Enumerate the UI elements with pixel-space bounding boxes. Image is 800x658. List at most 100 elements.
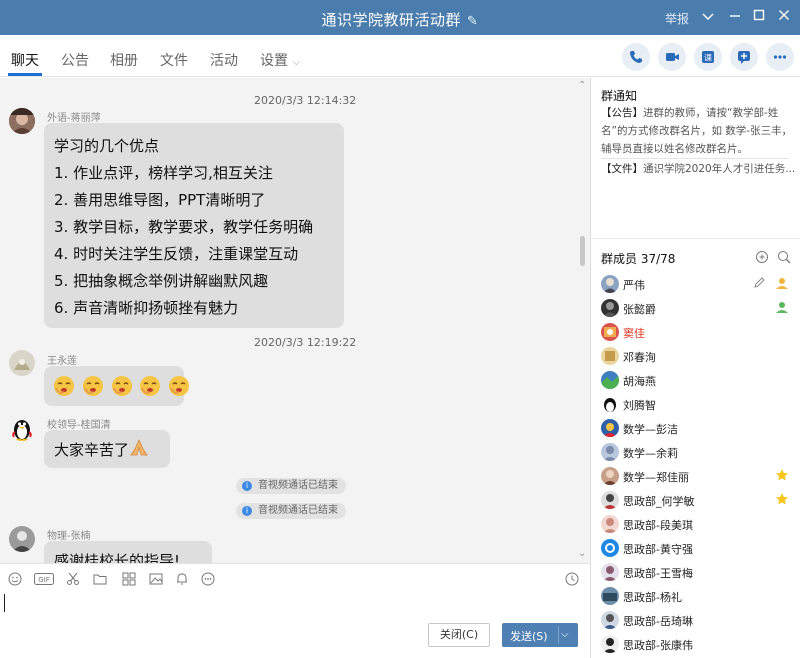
member-name: 张懿爵	[623, 303, 656, 316]
emoji-picker-icon[interactable]	[8, 572, 22, 586]
members-title: 群成员 37/78	[601, 252, 676, 266]
tab-chat[interactable]: 聊天	[11, 50, 39, 70]
avatar	[601, 419, 619, 437]
member-name: 窦佳	[623, 327, 645, 340]
file-notice[interactable]: 【文件】通识学院2020年人才引进任务...	[601, 160, 795, 178]
message-bubble[interactable]: 大家辛苦了	[44, 430, 170, 468]
avatar	[601, 299, 619, 317]
folder-icon[interactable]	[93, 572, 107, 586]
more-icon[interactable]	[766, 43, 794, 71]
phone-icon[interactable]	[622, 43, 650, 71]
collection-icon[interactable]	[122, 572, 136, 586]
member-name: 严伟	[623, 279, 645, 292]
avatar[interactable]	[9, 526, 35, 552]
edit-pen-icon[interactable]	[753, 276, 766, 292]
message-time: 2020/3/3 12:14:32	[254, 94, 357, 107]
sender-name: 外语-蒋丽萍	[47, 113, 101, 124]
file-notice-content: 通识学院2020年人才引进任务...	[643, 163, 795, 175]
message-bubble[interactable]: 感谢桂校长的指导!	[44, 541, 212, 563]
report-link[interactable]: 举报	[665, 10, 689, 27]
avatar[interactable]	[9, 108, 35, 134]
avatar	[601, 611, 619, 629]
search-icon[interactable]	[777, 250, 791, 267]
member-item[interactable]: 数学—郑佳丽	[591, 464, 800, 488]
avatar	[601, 587, 619, 605]
chat-area[interactable]: 2020/3/3 12:14:32 外语-蒋丽萍 学习的几个优点 1. 作业点评…	[0, 78, 590, 563]
tab-announcement[interactable]: 公告	[61, 50, 89, 70]
avatar	[601, 539, 619, 557]
member-item[interactable]: 思政部-杨礼	[591, 584, 800, 608]
screenshot-scissors-icon[interactable]	[66, 572, 80, 586]
tab-settings[interactable]: 设置 ⌵	[260, 50, 300, 70]
edit-title-icon[interactable]: ✎	[467, 14, 478, 29]
member-item[interactable]: 刘腾智	[591, 392, 800, 416]
history-clock-icon[interactable]	[565, 572, 579, 586]
tab-bar: 聊天 公告 相册 文件 活动 设置 ⌵ 课	[0, 35, 800, 77]
member-name: 邓春洵	[623, 351, 656, 364]
member-item[interactable]: 严伟	[591, 272, 800, 296]
tab-files[interactable]: 文件	[160, 50, 188, 70]
member-item[interactable]: 思政部-黄守强	[591, 536, 800, 560]
avatar	[601, 443, 619, 461]
bell-icon[interactable]	[175, 572, 189, 586]
message-text-content: 大家辛苦了	[54, 441, 130, 459]
message-text: 感谢桂校长的指导!	[54, 552, 181, 563]
file-tag: 【文件】	[601, 163, 643, 175]
announcement-text[interactable]: 【公告】进群的教师，请按“教学部-姓名”的方式修改群名片，如 数学-张三丰，辅导…	[601, 104, 795, 158]
member-name: 胡海燕	[623, 375, 656, 388]
send-button[interactable]: 发送(S) ⌵	[502, 623, 578, 647]
classroom-icon[interactable]: 课	[694, 43, 722, 71]
member-item[interactable]: 张懿爵	[591, 296, 800, 320]
member-name: 数学—郑佳丽	[623, 471, 689, 484]
member-name: 数学—彭洁	[623, 423, 678, 436]
close-icon[interactable]	[773, 6, 795, 28]
member-settings-icon[interactable]	[755, 250, 769, 267]
member-item[interactable]: 思政部_何学敏	[591, 488, 800, 512]
send-options-chevron-icon[interactable]: ⌵	[561, 629, 569, 640]
message-line: 5. 把抽象概念举例讲解幽默风趣	[54, 272, 269, 290]
message-line: 4. 时时关注学生反馈，注重课堂互动	[54, 245, 299, 263]
avatar	[601, 275, 619, 293]
member-name: 数学—余莉	[623, 447, 678, 460]
message-bubble[interactable]	[44, 366, 190, 406]
send-button-label: 发送(S)	[510, 630, 548, 643]
more-options-icon[interactable]	[201, 572, 215, 586]
member-item[interactable]: 数学—彭洁	[591, 416, 800, 440]
video-icon[interactable]	[658, 43, 686, 71]
add-app-icon[interactable]	[730, 43, 758, 71]
emoji-icon	[82, 376, 103, 396]
member-item[interactable]: 思政部-段美琪	[591, 512, 800, 536]
divider	[601, 158, 789, 159]
group-name: 通识学院教研活动群	[321, 11, 462, 29]
dropdown-icon[interactable]	[697, 6, 719, 28]
chat-scrollbar[interactable]	[580, 236, 585, 266]
member-item[interactable]: 思政部-岳琦琳	[591, 608, 800, 632]
avatar	[601, 515, 619, 533]
tab-activity[interactable]: 活动	[210, 50, 238, 70]
member-item[interactable]: 邓春洵	[591, 344, 800, 368]
maximize-icon[interactable]	[748, 6, 770, 28]
minimize-icon[interactable]	[724, 6, 746, 28]
member-item[interactable]: 数学—余莉	[591, 440, 800, 464]
avatar	[601, 635, 619, 653]
collapse-down-icon[interactable]: ⌄	[578, 548, 586, 559]
collapse-up-icon[interactable]: ⌃	[578, 80, 586, 91]
star-icon	[775, 468, 789, 485]
member-item[interactable]: 思政部-王雪梅	[591, 560, 800, 584]
sender-name: 校领导-桂国清	[47, 420, 111, 431]
member-item[interactable]: 思政部-张康伟	[591, 632, 800, 656]
emoji-icon	[54, 376, 74, 396]
member-name: 思政部-杨礼	[623, 591, 682, 604]
avatar	[601, 347, 619, 365]
member-item[interactable]: 胡海燕	[591, 368, 800, 392]
announcement-tag: 【公告】	[601, 107, 643, 119]
message-bubble[interactable]: 学习的几个优点 1. 作业点评，榜样学习,相互关注 2. 善用思维导图，PPT清…	[44, 123, 344, 328]
gif-icon[interactable]: GIF	[34, 572, 54, 586]
avatar[interactable]	[9, 350, 35, 376]
penguin-avatar[interactable]	[9, 415, 35, 441]
member-item[interactable]: 窦佳	[591, 320, 800, 344]
image-icon[interactable]	[149, 572, 163, 586]
tab-album[interactable]: 相册	[110, 50, 138, 70]
close-button[interactable]: 关闭(C)	[428, 623, 490, 647]
member-name: 思政部-黄守强	[623, 543, 693, 556]
